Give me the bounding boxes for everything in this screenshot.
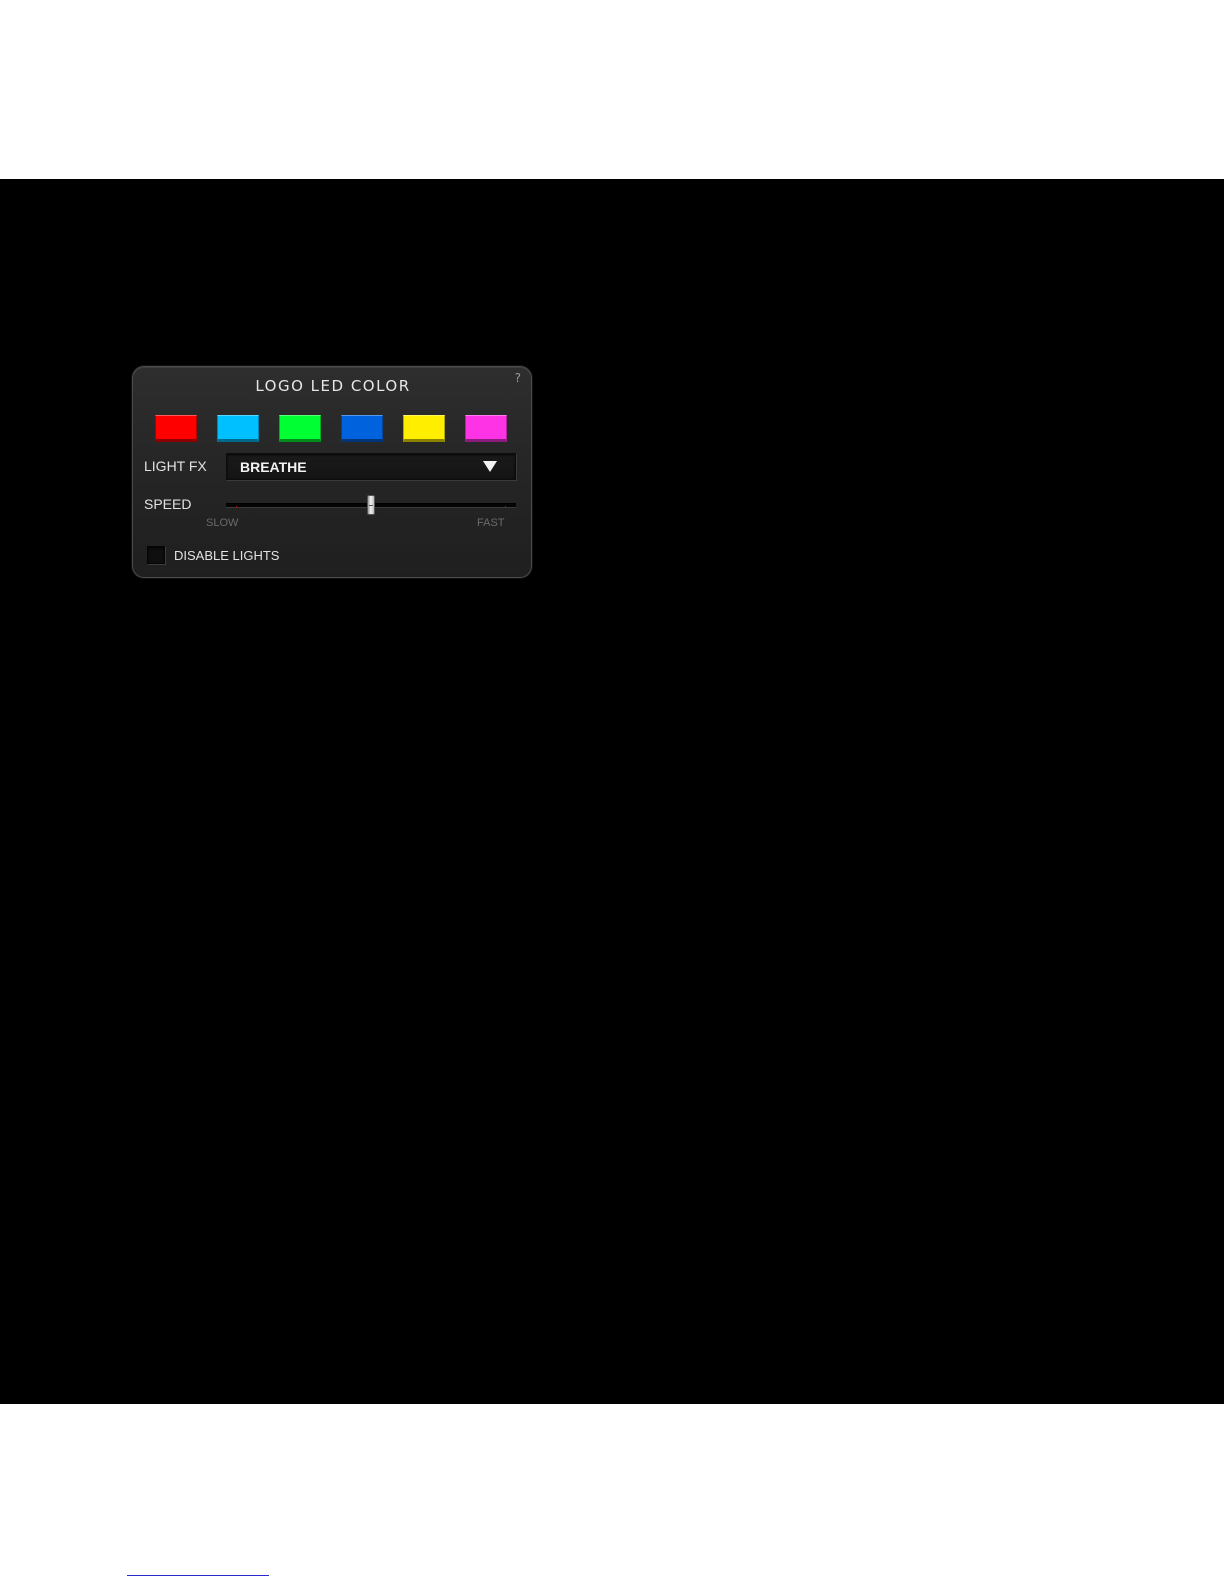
page: LOGO LED COLOR ? LIGHT FX BREATHE SPEED … xyxy=(0,0,1224,1584)
speed-label: SPEED xyxy=(144,496,192,512)
swatch-green[interactable] xyxy=(279,415,321,442)
disable-lights-label: DISABLE LIGHTS xyxy=(174,548,280,563)
speed-slow-label: SLOW xyxy=(206,517,239,529)
triangle-down-icon xyxy=(483,461,497,472)
swatch-cyan[interactable] xyxy=(217,415,259,442)
color-swatches xyxy=(155,415,511,445)
speed-fast-label: FAST xyxy=(477,517,505,529)
app-canvas xyxy=(0,179,1224,1404)
light-fx-dropdown[interactable]: BREATHE xyxy=(226,453,516,480)
swatch-yellow[interactable] xyxy=(403,415,445,442)
help-icon[interactable]: ? xyxy=(515,371,521,385)
swatch-magenta[interactable] xyxy=(465,415,507,442)
logo-led-color-panel: LOGO LED COLOR ? LIGHT FX BREATHE SPEED … xyxy=(132,366,532,578)
slider-min-tick xyxy=(236,506,237,508)
speed-slider-thumb[interactable] xyxy=(367,495,375,515)
speed-slider[interactable] xyxy=(226,495,516,515)
footer-underline xyxy=(127,1575,269,1576)
disable-lights-checkbox[interactable] xyxy=(147,546,165,564)
swatch-blue[interactable] xyxy=(341,415,383,442)
swatch-red[interactable] xyxy=(155,415,197,442)
light-fx-label: LIGHT FX xyxy=(144,458,207,474)
slider-max-tick xyxy=(505,506,506,508)
light-fx-value: BREATHE xyxy=(240,459,307,475)
panel-title: LOGO LED COLOR xyxy=(255,377,411,395)
